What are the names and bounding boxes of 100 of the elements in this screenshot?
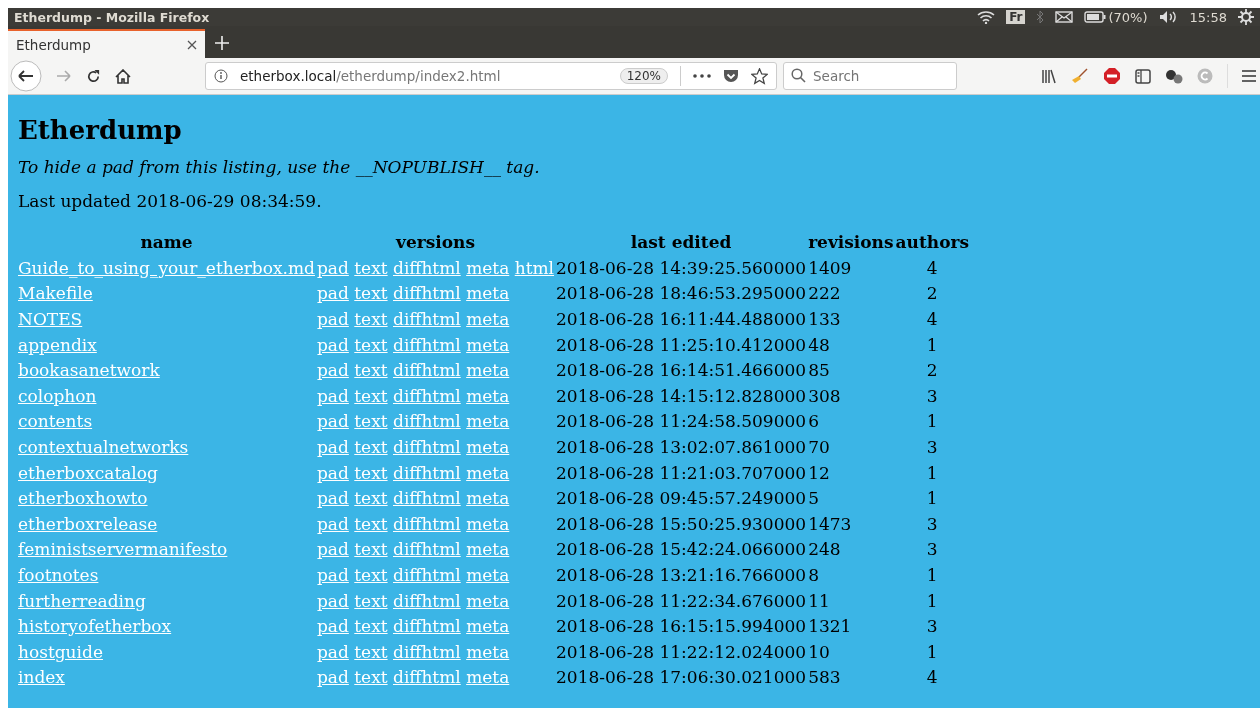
version-link[interactable]: meta xyxy=(466,360,510,381)
version-link[interactable]: diffhtml xyxy=(393,539,461,560)
version-link[interactable]: diffhtml xyxy=(393,641,461,662)
pocket-icon[interactable] xyxy=(723,68,739,84)
version-link[interactable]: text xyxy=(354,513,388,534)
version-link[interactable]: diffhtml xyxy=(393,411,461,432)
version-link[interactable]: meta xyxy=(466,257,510,278)
version-link[interactable]: text xyxy=(354,641,388,662)
keyboard-layout-indicator[interactable]: Fr xyxy=(1006,10,1026,24)
pad-name-link[interactable]: colophon xyxy=(18,385,97,406)
version-link[interactable]: meta xyxy=(466,462,510,483)
version-link[interactable]: pad xyxy=(316,590,349,611)
pad-name-link[interactable]: etherboxhowto xyxy=(18,488,148,509)
pad-name-link[interactable]: NOTES xyxy=(18,309,83,329)
version-link[interactable]: text xyxy=(354,411,388,432)
pad-name-link[interactable]: historyofetherbox xyxy=(18,616,172,637)
version-link[interactable]: diffhtml xyxy=(393,488,461,509)
version-link[interactable]: text xyxy=(354,334,388,355)
pad-name-link[interactable]: contents xyxy=(18,411,93,432)
address-bar[interactable]: etherbox.local/etherdump/index2.html 120% xyxy=(205,62,777,90)
version-link[interactable]: diffhtml xyxy=(393,360,461,381)
version-link[interactable]: text xyxy=(354,462,388,483)
battery-icon[interactable] xyxy=(1084,11,1107,23)
version-link[interactable]: meta xyxy=(466,539,510,560)
pad-name-link[interactable]: Guide_to_using_your_etherbox.md xyxy=(18,257,315,278)
pad-name-link[interactable]: footnotes xyxy=(18,564,99,585)
browser-tab[interactable]: Etherdump xyxy=(8,29,205,58)
adblock-icon[interactable] xyxy=(1103,67,1121,85)
pad-name-link[interactable]: furtherreading xyxy=(18,590,146,611)
menu-icon[interactable] xyxy=(1242,70,1256,82)
version-link[interactable]: diffhtml xyxy=(393,462,461,483)
version-link[interactable]: diffhtml xyxy=(393,309,461,329)
more-icon[interactable] xyxy=(693,74,711,78)
new-tab-icon[interactable] xyxy=(215,36,229,50)
version-link[interactable]: diffhtml xyxy=(393,283,461,304)
version-link[interactable]: pad xyxy=(316,436,349,457)
version-link[interactable]: diffhtml xyxy=(393,385,461,406)
version-link[interactable]: meta xyxy=(466,309,510,329)
version-link[interactable]: meta xyxy=(466,667,510,688)
version-link[interactable]: pad xyxy=(316,513,349,534)
version-link[interactable]: pad xyxy=(316,360,349,381)
version-link[interactable]: meta xyxy=(466,385,510,406)
search-field[interactable]: Search xyxy=(783,62,957,90)
back-icon[interactable] xyxy=(10,60,42,92)
mail-icon[interactable] xyxy=(1055,11,1074,23)
version-link[interactable]: pad xyxy=(316,283,349,304)
wifi-icon[interactable] xyxy=(977,10,996,24)
library-icon[interactable] xyxy=(1041,68,1057,84)
version-link[interactable]: text xyxy=(354,488,388,509)
version-link[interactable]: diffhtml xyxy=(393,257,461,278)
pad-name-link[interactable]: etherboxcatalog xyxy=(18,462,158,483)
version-link[interactable]: meta xyxy=(466,283,510,304)
version-link[interactable]: text xyxy=(354,385,388,406)
pad-name-link[interactable]: index xyxy=(18,667,65,688)
version-link[interactable]: pad xyxy=(316,309,349,329)
volume-icon[interactable] xyxy=(1158,10,1179,24)
version-link[interactable]: pad xyxy=(316,385,349,406)
version-link[interactable]: meta xyxy=(466,513,510,534)
version-link[interactable]: pad xyxy=(316,462,349,483)
star-icon[interactable] xyxy=(751,67,768,85)
version-link[interactable]: text xyxy=(354,283,388,304)
version-link[interactable]: meta xyxy=(466,334,510,355)
version-link[interactable]: text xyxy=(354,616,388,637)
version-link[interactable]: diffhtml xyxy=(393,616,461,637)
version-link[interactable]: text xyxy=(354,436,388,457)
version-link[interactable]: text xyxy=(354,309,388,329)
version-link[interactable]: html xyxy=(514,257,555,278)
version-link[interactable]: pad xyxy=(316,334,349,355)
version-link[interactable]: meta xyxy=(466,616,510,637)
zoom-level-badge[interactable]: 120% xyxy=(619,68,668,84)
version-link[interactable]: diffhtml xyxy=(393,334,461,355)
version-link[interactable]: meta xyxy=(466,641,510,662)
pad-name-link[interactable]: feministservermanifesto xyxy=(18,539,228,560)
pad-name-link[interactable]: contextualnetworks xyxy=(18,436,189,457)
version-link[interactable]: text xyxy=(354,360,388,381)
version-link[interactable]: meta xyxy=(466,488,510,509)
version-link[interactable]: meta xyxy=(466,411,510,432)
version-link[interactable]: pad xyxy=(316,257,349,278)
clock[interactable]: 15:58 xyxy=(1189,9,1227,25)
pad-name-link[interactable]: etherboxrelease xyxy=(18,513,158,534)
version-link[interactable]: pad xyxy=(316,616,349,637)
reload-icon[interactable] xyxy=(86,68,101,84)
version-link[interactable]: pad xyxy=(316,488,349,509)
version-link[interactable]: meta xyxy=(466,564,510,585)
version-link[interactable]: diffhtml xyxy=(393,436,461,457)
bluetooth-icon[interactable] xyxy=(1036,10,1045,24)
version-link[interactable]: text xyxy=(354,564,388,585)
pad-name-link[interactable]: appendix xyxy=(18,334,97,355)
home-icon[interactable] xyxy=(115,68,131,84)
version-link[interactable]: pad xyxy=(316,564,349,585)
broom-icon[interactable] xyxy=(1071,68,1089,84)
sidebar-icon[interactable] xyxy=(1135,68,1151,84)
version-link[interactable]: text xyxy=(354,539,388,560)
version-link[interactable]: diffhtml xyxy=(393,564,461,585)
version-link[interactable]: diffhtml xyxy=(393,513,461,534)
version-link[interactable]: pad xyxy=(316,411,349,432)
version-link[interactable]: text xyxy=(354,257,388,278)
version-link[interactable]: text xyxy=(354,590,388,611)
version-link[interactable]: pad xyxy=(316,667,349,688)
version-link[interactable]: diffhtml xyxy=(393,667,461,688)
